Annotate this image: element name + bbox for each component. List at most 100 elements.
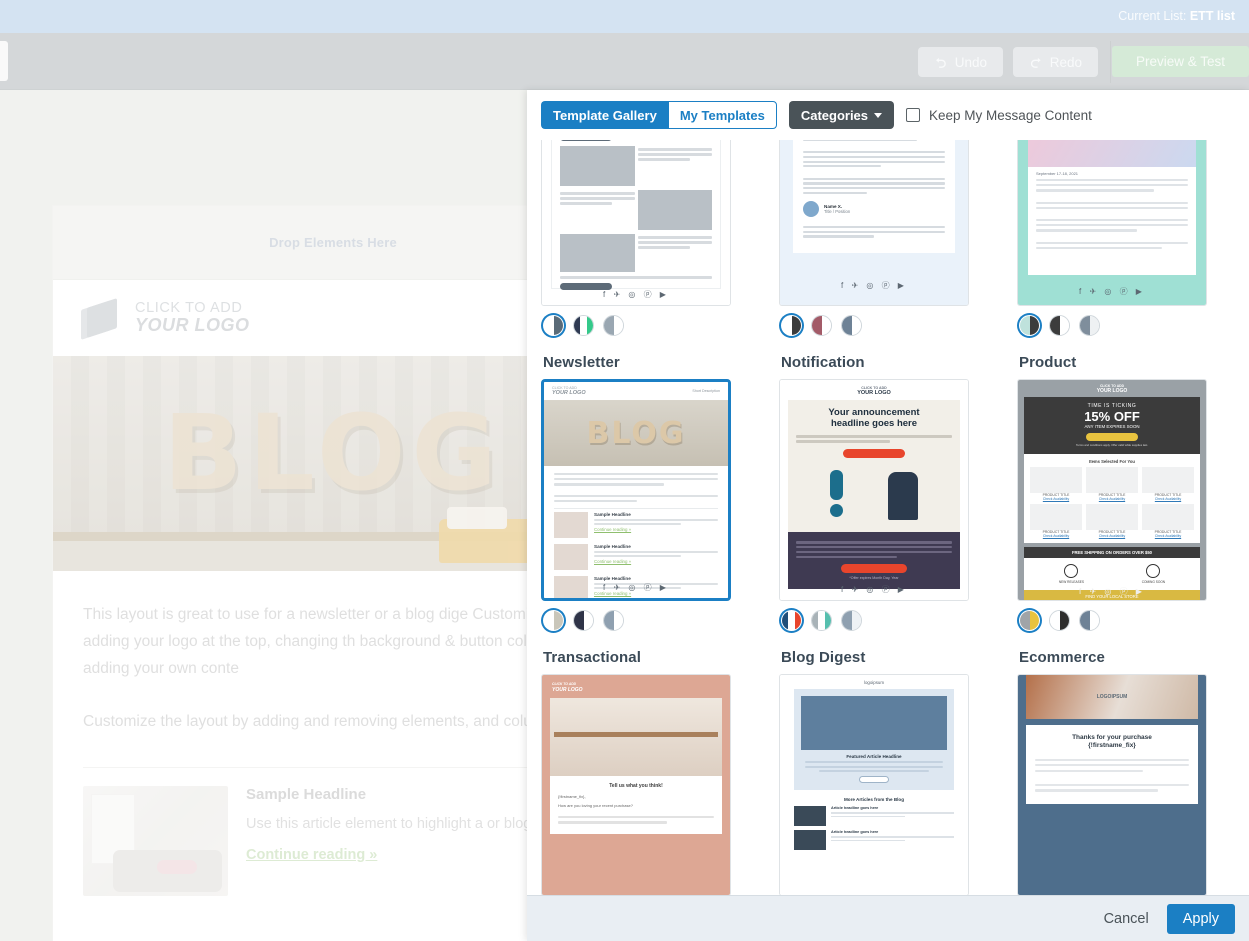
template-source-tabs: Template Gallery My Templates [541,101,777,129]
body-paragraph-1: This layout is great to use for a newsle… [83,606,583,677]
preview-and-test-button[interactable]: Preview & Test [1112,46,1249,77]
template-gallery-scroll-area[interactable]: f ✈ ◎ ⓟ ▶ Hi {!firstname_f [527,140,1249,895]
color-swatch[interactable] [841,610,862,631]
color-swatch-group [1019,610,1207,631]
color-swatch[interactable] [603,315,624,336]
thumb-article-headline: Sample Headline [594,543,631,549]
redo-button[interactable]: Redo [1013,47,1098,77]
template-cell: Ecommerce LOGOIPSUM Thanks for your purc… [1017,635,1207,895]
color-swatch[interactable] [1019,610,1040,631]
thumb-banner-line2: 15% OFF [1084,409,1140,424]
chevron-down-icon [874,112,883,118]
categories-dropdown-button[interactable]: Categories [788,101,895,129]
thumb-cta-primary [843,448,905,458]
cancel-button[interactable]: Cancel [1100,905,1153,933]
template-preview: CLICK TO ADD YOUR LOGO Short Description… [544,382,728,598]
signature-avatar [803,201,819,218]
thumb-logo-line2: YOUR LOGO [1096,388,1128,394]
template-thumbnail-card[interactable]: f ✈ ◎ ⓟ ▶ [541,140,731,306]
keep-my-message-content-option[interactable]: Keep My Message Content [906,108,1092,123]
thumb-headline: Tell us what you think! [609,783,663,789]
thumb-logo: logoipsum [863,680,884,685]
thumb-item-title: Article headline goes here [831,830,879,835]
template-thumbnail-card-blog-digest[interactable]: logoipsum Featured Article Headline More… [779,674,969,895]
color-swatch[interactable] [573,610,594,631]
thumb-article-headline: Sample Headline [594,511,631,517]
apply-button[interactable]: Apply [1166,903,1235,934]
event-hero-image [1028,140,1196,167]
thumb-short-description: Short Description [692,389,720,393]
thumb-product-link: Check Availability [1154,497,1182,502]
template-category-label-newsletter: Newsletter [543,354,620,371]
template-chooser-modal: Template Gallery My Templates Categories… [527,90,1249,941]
color-swatch[interactable] [781,610,802,631]
thumb-headline-line1: Your announcement [828,407,920,418]
template-cell: September 17-18, 2021 f ✈ ◎ ⓟ ▶ [1017,140,1207,340]
template-preview: LOGOIPSUM Thanks for your purchase {!fir… [1018,675,1206,895]
toolbar-divider [1110,41,1111,83]
undo-label: Undo [954,54,987,70]
continue-reading-link[interactable]: Continue reading » [246,847,377,863]
color-swatch[interactable] [1079,610,1100,631]
thumb-product-link: Check Availability [1098,534,1126,539]
color-swatch[interactable] [573,315,594,336]
thumb-continue-link: Continue reading » [594,527,632,533]
template-preview: CLICK TO ADD YOUR LOGO Your announcement… [780,380,968,600]
template-category-label-product: Product [1019,354,1077,371]
template-category-label-blog-digest: Blog Digest [781,649,866,666]
current-list-indicator: Current List: ETT list [1118,9,1235,23]
color-swatch[interactable] [543,315,564,336]
keep-my-message-content-checkbox[interactable] [906,108,921,122]
thumb-shipping-strip: FREE SHIPPING ON ORDERS OVER $50 [1024,547,1200,559]
template-thumbnail-card[interactable]: Hi {!firstname_fix}, Nice to meet you! [779,140,969,306]
redo-label: Redo [1049,54,1082,70]
color-swatch[interactable] [811,610,832,631]
color-swatch[interactable] [1079,315,1100,336]
modal-header: Template Gallery My Templates Categories… [527,90,1249,140]
template-category-label-transactional: Transactional [543,649,642,666]
thumb-logo: LOGOIPSUM [1096,694,1128,700]
thumb-headline-line1: Thanks for your purchase [1072,734,1152,741]
app-root: Current List: ETT list Undo Redo Preview… [0,0,1249,941]
tab-my-templates[interactable]: My Templates [667,101,777,129]
color-swatch[interactable] [841,315,862,336]
article-thumb-figure [157,860,197,874]
article-thumbnail[interactable] [83,786,228,896]
template-thumbnail-card-notification[interactable]: CLICK TO ADD YOUR LOGO Your announcement… [779,379,969,601]
social-icons-row: f ✈ ◎ ⓟ ▶ [841,585,907,594]
template-preview: CLICK TO ADD YOUR LOGO Tell us what you … [542,675,730,895]
color-swatch[interactable] [1049,315,1070,336]
tab-template-gallery[interactable]: Template Gallery [541,101,668,129]
color-swatch[interactable] [811,315,832,336]
template-category-label-ecommerce: Ecommerce [1019,649,1105,666]
thumb-banner-line3: ANY ITEM EXPIRES SOON [1084,424,1140,429]
color-swatch[interactable] [543,610,564,631]
thumb-read-more-button [859,776,889,784]
thumb-logo-line1: CLICK TO ADD [552,682,577,686]
template-cell: Blog Digest logoipsum Featured Article H… [779,635,969,895]
current-list-prefix: Current List: [1118,9,1190,23]
hero-word: BLOG [163,392,503,514]
image-placeholder-icon [79,298,123,340]
color-swatch[interactable] [603,610,624,631]
color-swatch[interactable] [781,315,802,336]
template-thumbnail-card[interactable]: September 17-18, 2021 f ✈ ◎ ⓟ ▶ [1017,140,1207,306]
template-thumbnail-card-newsletter[interactable]: CLICK TO ADD YOUR LOGO Short Description… [541,379,731,601]
thumb-logo-line2: YOUR LOGO [552,687,583,693]
thumb-section-title: Items Selected For You [1089,459,1135,465]
toolbar-left-panel-stub [0,41,8,81]
template-thumbnail-card-product[interactable]: CLICK TO ADD YOUR LOGO TIME IS TICKING 1… [1017,379,1207,601]
template-thumbnail-card-ecommerce[interactable]: LOGOIPSUM Thanks for your purchase {!fir… [1017,674,1207,895]
social-icons-row: f ✈ ◎ ⓟ ▶ [603,290,669,299]
template-cell: Product CLICK TO ADD YOUR LOGO TIME IS T… [1017,340,1207,635]
logo-placeholder[interactable]: CLICK TO ADD YOUR LOGO [79,298,250,340]
color-swatch[interactable] [1049,610,1070,631]
thumb-product-link: Check Availability [1154,534,1182,539]
template-cell: Notification CLICK TO ADD YOUR LOGO Your… [779,340,969,635]
template-thumbnail-card-transactional[interactable]: CLICK TO ADD YOUR LOGO Tell us what you … [541,674,731,895]
thumb-headline-line2: headline goes here [830,417,918,429]
redo-arrow-icon [1030,57,1041,68]
undo-button[interactable]: Undo [918,47,1003,77]
color-swatch[interactable] [1019,315,1040,336]
thumb-logo-line2: YOUR LOGO [857,390,891,396]
